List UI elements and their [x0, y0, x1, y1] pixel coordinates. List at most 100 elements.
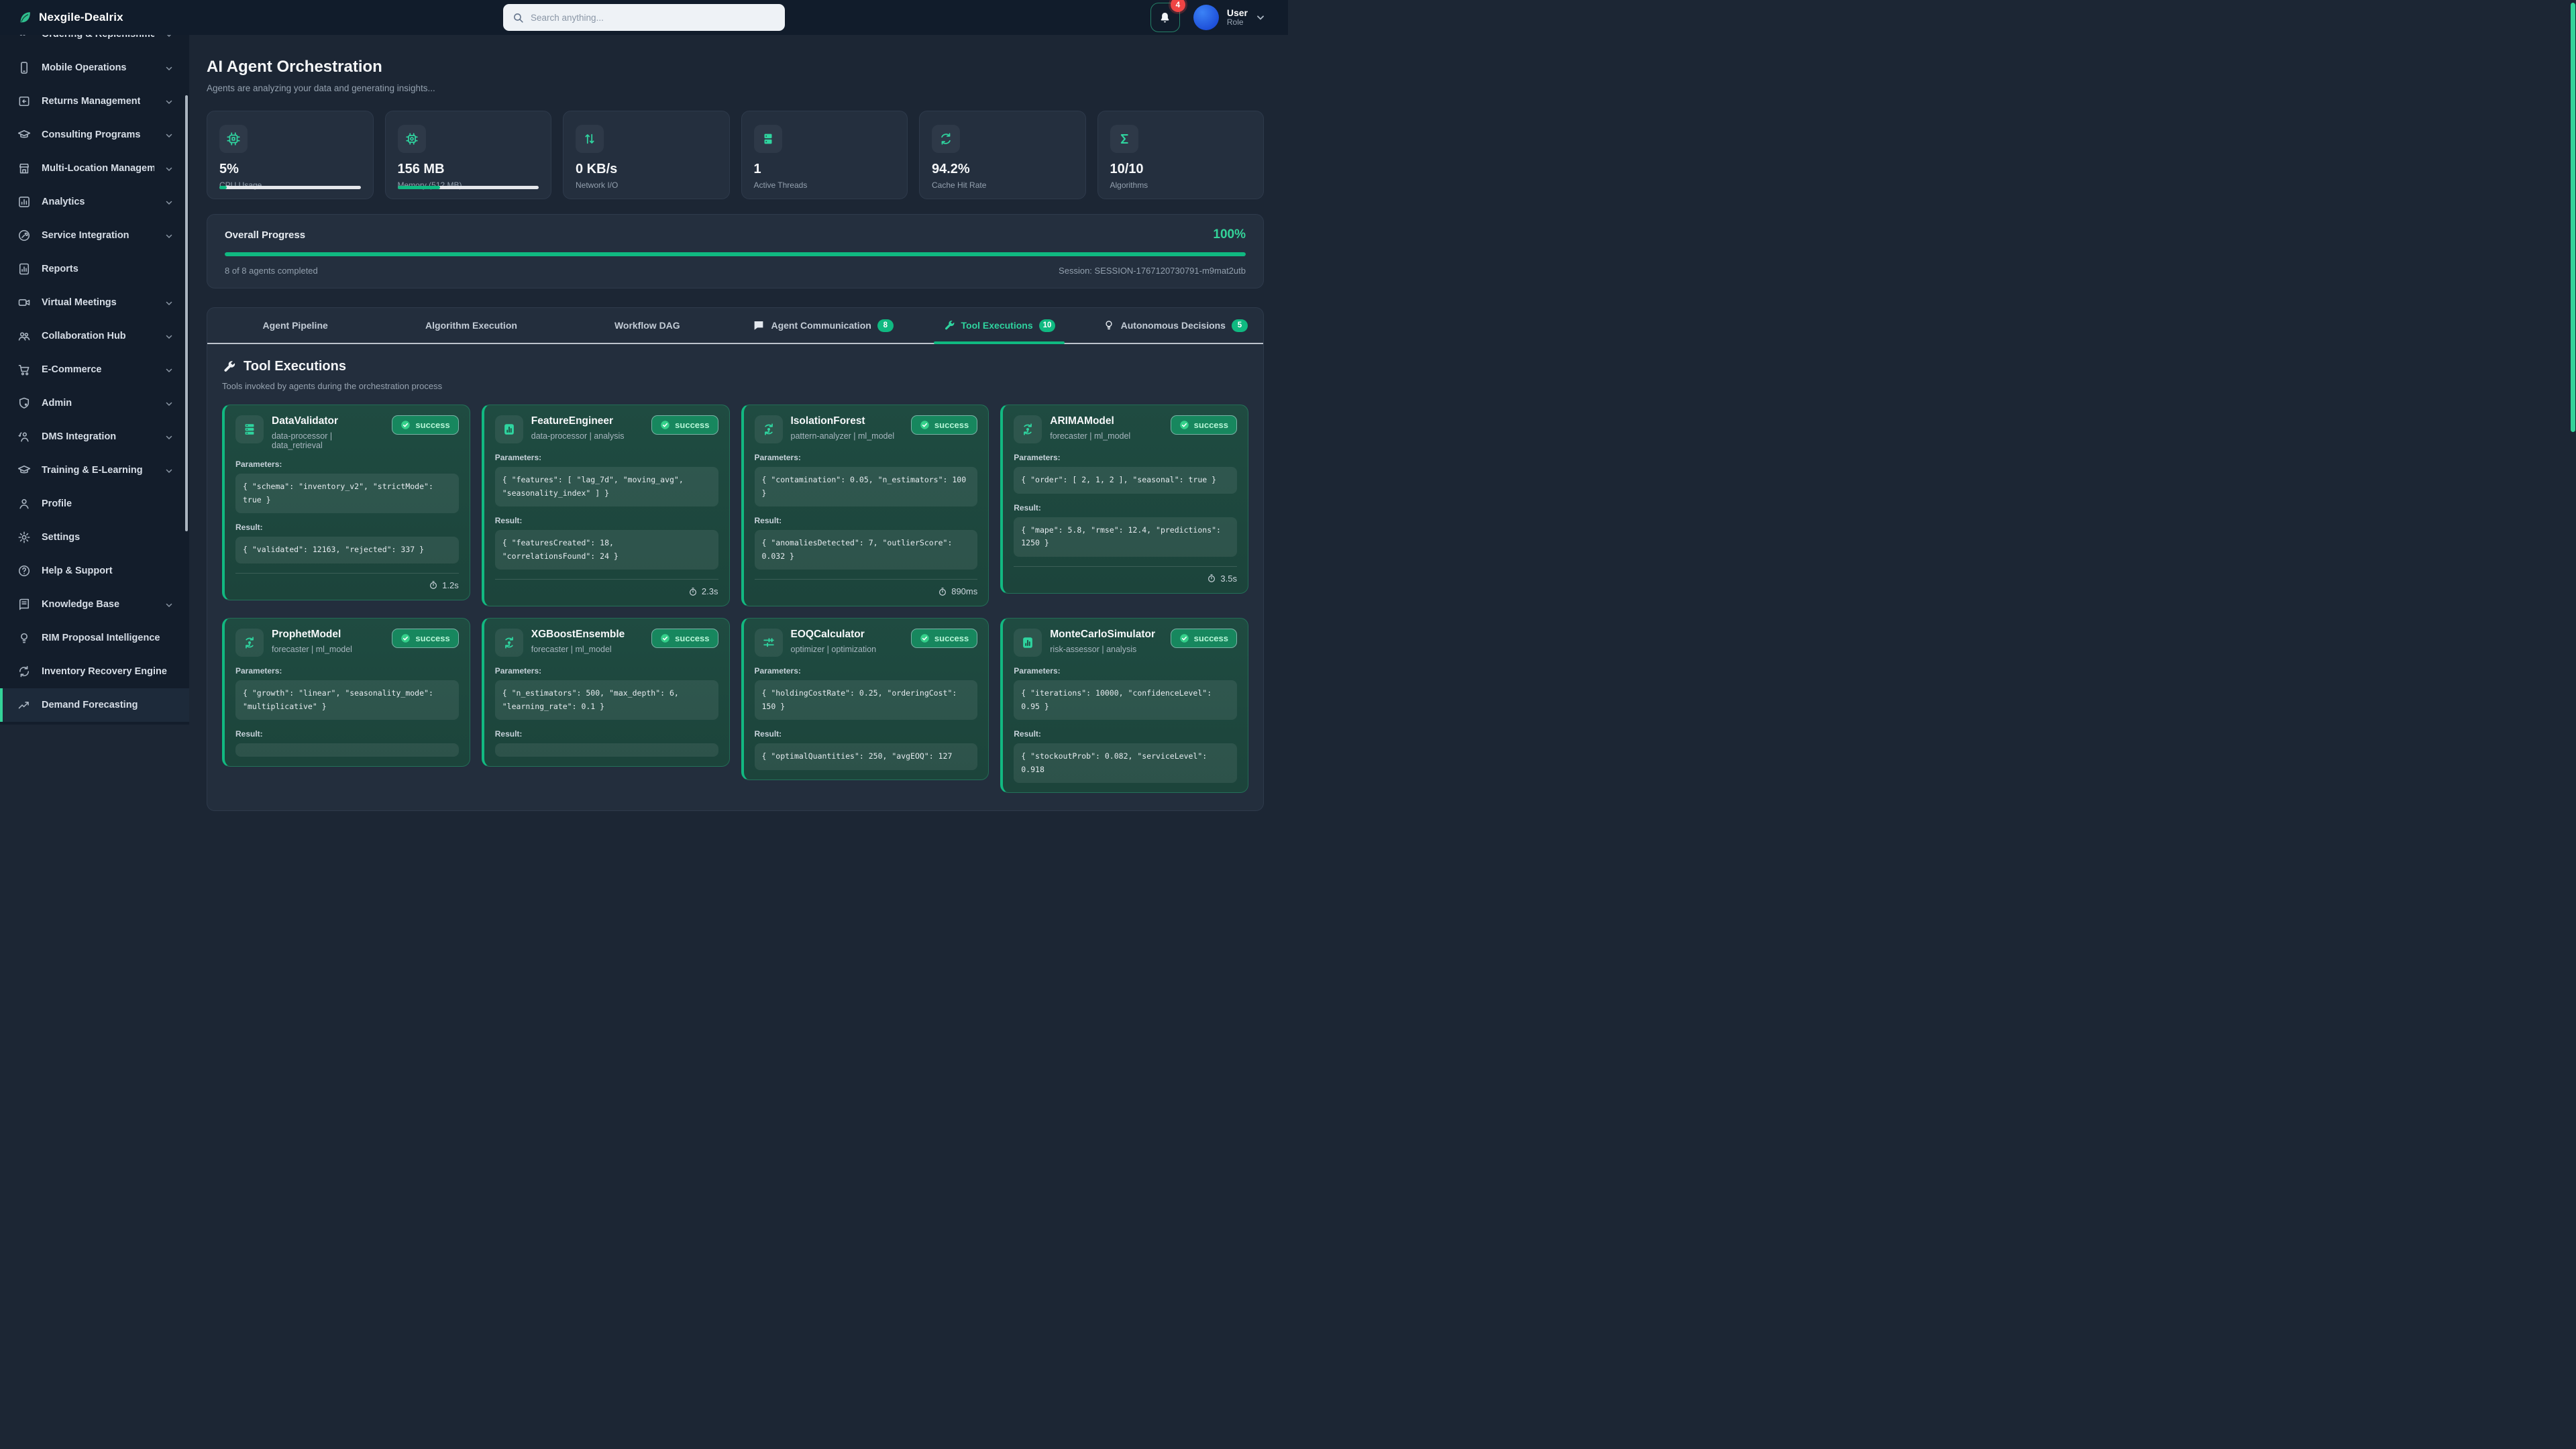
stat-card: 10/10 Algorithms [1097, 111, 1265, 199]
tool-icon [1014, 629, 1042, 657]
sidebar-item[interactable]: DMS Integration [0, 420, 189, 453]
status-text: success [1194, 420, 1228, 430]
success-check-icon [1179, 420, 1189, 430]
sidebar-item[interactable]: Mobile Operations [0, 51, 189, 85]
stat-progress-track [219, 186, 361, 189]
sidebar-item[interactable]: Returns Management [0, 85, 189, 118]
parameters-value: { "iterations": 10000, "confidenceLevel"… [1014, 680, 1237, 720]
sidebar-item[interactable]: Demand Forecasting [0, 688, 189, 722]
sidebar-item-label: Inventory Recovery Engine [42, 666, 167, 677]
stat-icon [219, 125, 248, 153]
duration-row: 890ms [755, 579, 978, 596]
sidebar-scrollbar[interactable] [185, 95, 188, 531]
stat-value: 10/10 [1110, 162, 1252, 177]
sidebar-item[interactable]: Virtual Meetings [0, 286, 189, 319]
duration-text: 3.5s [1220, 574, 1237, 584]
tool-execution-card: FeatureEngineer data-processor | analysi… [482, 405, 730, 606]
sidebar-item[interactable]: E-Commerce [0, 353, 189, 386]
tool-meta: optimizer | optimization [791, 645, 877, 654]
chevron-down-icon [165, 198, 173, 206]
sidebar-item[interactable]: Consulting Programs [0, 118, 189, 152]
sidebar-item-label: Consulting Programs [42, 129, 140, 140]
sidebar-item-icon [17, 195, 31, 209]
sidebar-item-icon [17, 665, 31, 678]
overall-progress-card: Overall Progress 100% 8 of 8 agents comp… [207, 214, 1264, 288]
notifications-button[interactable]: 4 [1150, 3, 1180, 32]
stat-progress-fill [219, 186, 227, 189]
sidebar-item[interactable]: RIM Proposal Intelligence [0, 621, 189, 655]
success-check-icon [400, 633, 411, 643]
stat-icon [398, 125, 426, 153]
result-value: { "mape": 5.8, "rmse": 12.4, "prediction… [1014, 517, 1237, 557]
tab[interactable]: Autonomous Decisions 5 [1087, 308, 1263, 343]
tool-name: IsolationForest [791, 415, 895, 427]
sidebar-item[interactable]: Analytics [0, 185, 189, 219]
sidebar-item-icon [17, 464, 31, 477]
tool-execution-card: ProphetModel forecaster | ml_model succe… [222, 618, 470, 767]
status-badge: success [392, 415, 458, 435]
tool-name: XGBoostEnsemble [531, 629, 625, 641]
sidebar-item-label: Demand Forecasting [42, 700, 138, 710]
sidebar-item-icon [17, 128, 31, 142]
stat-label: Network I/O [576, 180, 717, 190]
agents-completed-text: 8 of 8 agents completed [225, 266, 318, 276]
sidebar-item[interactable]: Inventory Recovery Engine [0, 655, 189, 688]
chevron-down-icon [165, 64, 173, 72]
duration-row: 2.3s [495, 579, 718, 596]
section-subtitle: Tools invoked by agents during the orche… [222, 381, 1248, 391]
sidebar-item-label: Multi-Location Management [42, 163, 154, 174]
user-menu[interactable]: User Role [1193, 5, 1265, 30]
parameters-label: Parameters: [755, 666, 978, 676]
sidebar-item-label: Profile [42, 498, 72, 509]
stat-icon [932, 125, 960, 153]
search-input[interactable] [531, 13, 775, 23]
sidebar-item[interactable]: Training & E-Learning [0, 453, 189, 487]
sidebar-item[interactable]: Reports [0, 252, 189, 286]
result-label: Result: [495, 516, 718, 525]
sidebar-item[interactable]: Service Integration [0, 219, 189, 252]
main-content: AI Agent Orchestration Agents are analyz… [189, 35, 1288, 724]
sidebar-item[interactable]: Multi-Location Management [0, 152, 189, 185]
stat-card: 5% CPU Usage [207, 111, 374, 199]
tab[interactable]: Tool Executions 10 [911, 308, 1087, 343]
result-value: { "anomaliesDetected": 7, "outlierScore"… [755, 530, 978, 570]
sidebar-item[interactable]: Knowledge Base [0, 588, 189, 621]
tab[interactable]: Agent Communication 8 [735, 308, 911, 343]
sidebar-item[interactable]: Help & Support [0, 554, 189, 588]
status-text: success [1194, 633, 1228, 643]
tool-execution-card: DataValidator data-processor | data_retr… [222, 405, 470, 600]
sidebar-item[interactable]: Admin [0, 386, 189, 420]
tab-count-badge: 10 [1039, 319, 1056, 332]
parameters-label: Parameters: [755, 453, 978, 462]
page-scrollbar[interactable] [2571, 3, 2575, 432]
sidebar-item-icon [17, 35, 31, 41]
tab[interactable]: Agent Pipeline [207, 308, 383, 343]
success-check-icon [920, 633, 930, 643]
sidebar-item-icon [17, 396, 31, 410]
sidebar-item[interactable]: Collaboration Hub [0, 319, 189, 353]
sidebar-item-icon [17, 61, 31, 74]
chevron-down-icon [165, 466, 173, 474]
sidebar-item[interactable]: Profile [0, 487, 189, 521]
result-value [495, 743, 718, 757]
stat-progress-track [398, 186, 539, 189]
page-title: AI Agent Orchestration [207, 58, 1264, 76]
sidebar-item-label: Reports [42, 264, 78, 274]
sidebar-item[interactable]: Settings [0, 521, 189, 554]
global-search[interactable] [503, 4, 785, 31]
tool-meta: data-processor | data_retrieval [272, 431, 384, 450]
sidebar-item[interactable]: Ordering & Replenishment [0, 35, 189, 51]
status-text: success [415, 633, 449, 643]
sidebar-item-label: DMS Integration [42, 431, 116, 442]
tab[interactable]: Algorithm Execution [383, 308, 559, 343]
duration-row: 3.5s [1014, 566, 1237, 584]
tab[interactable]: Workflow DAG [559, 308, 735, 343]
sidebar-item-label: Knowledge Base [42, 599, 119, 610]
tool-meta: data-processor | analysis [531, 431, 625, 441]
sidebar-item-icon [17, 564, 31, 578]
sidebar-item-icon [17, 363, 31, 376]
sidebar-item-label: Training & E-Learning [42, 465, 143, 476]
tool-name: FeatureEngineer [531, 415, 625, 427]
avatar [1193, 5, 1219, 30]
parameters-value: { "order": [ 2, 1, 2 ], "seasonal": true… [1014, 467, 1237, 494]
